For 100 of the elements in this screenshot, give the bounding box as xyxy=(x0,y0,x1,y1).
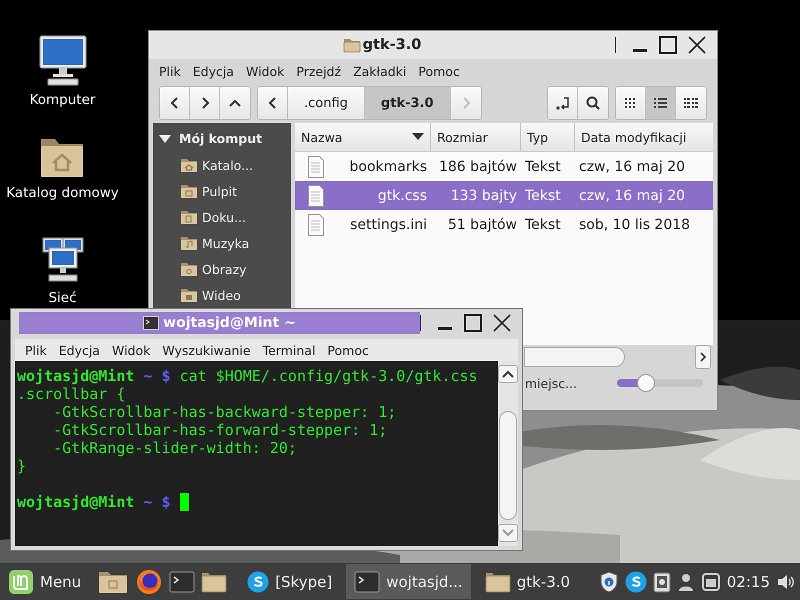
sidebar-item[interactable]: Muzyka xyxy=(202,236,250,250)
browser-icon[interactable] xyxy=(135,568,164,596)
up-button[interactable] xyxy=(220,87,250,119)
column-header[interactable]: Typ xyxy=(521,123,575,151)
window-title: gtk-3.0 xyxy=(362,37,422,53)
sidebar-item[interactable]: Doku... xyxy=(202,210,246,224)
scrollbar-thumb[interactable] xyxy=(524,347,625,367)
path-button[interactable]: .config xyxy=(288,87,365,119)
menu-item[interactable]: Zakładki xyxy=(347,64,412,78)
terminal-line: .scrollbar { xyxy=(17,385,126,403)
terminal-line: wojtasjd@Mint ~ $ xyxy=(17,493,496,511)
search-icon[interactable] xyxy=(585,95,601,111)
open-terminal-button[interactable] xyxy=(548,87,578,119)
file-type: Tekst xyxy=(524,158,562,174)
view-button[interactable] xyxy=(676,87,706,119)
expander-icon[interactable] xyxy=(159,134,171,144)
file-date: czw, 16 maj 20 xyxy=(578,158,686,174)
menu-item[interactable]: Widok xyxy=(106,342,156,358)
menu-item[interactable]: Plik xyxy=(19,342,53,358)
taskbar-button[interactable]: [Skype] xyxy=(239,564,340,599)
menu-logo-icon[interactable] xyxy=(8,568,34,594)
folder-icon[interactable] xyxy=(180,235,198,251)
maximize-icon[interactable] xyxy=(463,313,483,333)
chat-app-icon[interactable] xyxy=(247,570,270,592)
menu-button[interactable]: Menu xyxy=(4,564,86,598)
folder-icon[interactable] xyxy=(201,570,228,592)
file-size: 133 bajty xyxy=(450,188,518,204)
document-icon xyxy=(307,212,325,236)
menu-item[interactable]: Edycja xyxy=(52,342,106,358)
menu-item[interactable]: Wyszukiwanie xyxy=(156,342,257,358)
network-icon[interactable] xyxy=(40,236,84,284)
column-header[interactable]: Data modyfikacji xyxy=(575,123,713,151)
user-icon[interactable] xyxy=(676,572,695,592)
close-icon[interactable] xyxy=(687,35,707,55)
chat-app-icon[interactable] xyxy=(624,570,647,592)
menu-item[interactable]: Plik xyxy=(153,64,187,78)
sort-arrow-icon[interactable] xyxy=(412,133,424,141)
taskbar-button[interactable]: gtk-3.0 xyxy=(476,564,578,599)
file-date: czw, 16 maj 20 xyxy=(578,188,686,204)
sidebar-item[interactable]: Pulpit xyxy=(202,184,238,198)
folder-icon[interactable] xyxy=(180,261,198,277)
clock[interactable]: 02:15 xyxy=(726,572,770,590)
file-row[interactable]: gtk.css 133 bajty Tekst czw, 16 maj 20 xyxy=(295,181,713,210)
terminal-line: } xyxy=(17,457,28,475)
sidebar-heading[interactable]: Mój komput xyxy=(179,131,262,146)
file-row[interactable]: bookmarks 186 bajtów Tekst czw, 16 maj 20 xyxy=(295,152,713,181)
document-icon xyxy=(307,154,325,178)
folder-icon[interactable] xyxy=(180,157,198,173)
folder-icon[interactable] xyxy=(484,570,511,592)
zoom-slider[interactable] xyxy=(617,374,703,392)
status-text: miejsc... xyxy=(524,376,577,390)
maximize-icon[interactable] xyxy=(658,35,678,55)
terminal-line: -GtkScrollbar-has-backward-stepper: 1; xyxy=(52,403,398,421)
search-button[interactable] xyxy=(578,87,608,119)
path-back-button[interactable] xyxy=(258,87,288,119)
menu-item[interactable]: Pomoc xyxy=(321,342,375,358)
terminal-icon xyxy=(143,316,160,330)
terminal-line: wojtasjd@Mint ~ $ cat $HOME/.config/gtk-3.0/gtk.css xyxy=(17,367,479,385)
menu-item[interactable]: Pomoc xyxy=(412,64,466,78)
return-arrow-icon[interactable] xyxy=(554,95,570,111)
path-button[interactable]: gtk-3.0 xyxy=(364,87,451,119)
scrollbar-thumb[interactable] xyxy=(499,411,517,520)
terminal-line: -GtkRange-slider-width: 20; xyxy=(52,439,298,457)
forward-button[interactable] xyxy=(190,87,220,119)
terminal-icon[interactable] xyxy=(169,570,196,592)
taskbar-button[interactable]: wojtasjd... xyxy=(346,564,471,599)
back-button[interactable] xyxy=(160,87,190,119)
desktop-icon-label[interactable]: Komputer xyxy=(30,92,96,108)
chevron-right-icon[interactable] xyxy=(699,352,707,362)
window-icon[interactable] xyxy=(700,572,721,592)
terminal-icon[interactable] xyxy=(354,570,380,592)
menu-item[interactable]: Terminal xyxy=(256,342,322,358)
sidebar-item[interactable]: Wideo xyxy=(202,288,241,302)
column-header[interactable]: Rozmiar xyxy=(431,123,521,151)
close-icon[interactable] xyxy=(492,313,512,333)
menu-item[interactable]: Przejdź xyxy=(290,64,348,78)
desktop-icon-label[interactable]: Katalog domowy xyxy=(6,185,119,201)
clipboard-icon[interactable] xyxy=(652,570,671,592)
menu-item[interactable]: Widok xyxy=(240,64,290,78)
terminal-line: -GtkScrollbar-has-forward-stepper: 1; xyxy=(52,421,388,439)
file-name: gtk.css xyxy=(378,188,427,204)
column-header[interactable]: Nazwa xyxy=(295,123,431,151)
folder-icon[interactable] xyxy=(180,183,198,199)
file-name: settings.ini xyxy=(350,216,427,232)
folder-icon[interactable] xyxy=(180,287,198,303)
monitor-icon[interactable] xyxy=(38,34,88,86)
list-icon[interactable] xyxy=(683,96,699,110)
sidebar-item[interactable]: Obrazy xyxy=(202,262,247,276)
view-button[interactable] xyxy=(616,87,646,119)
window-title: wojtasjd@Mint ~ xyxy=(163,315,296,331)
shield-icon[interactable] xyxy=(598,570,619,592)
scroll-right-button[interactable] xyxy=(695,345,711,369)
folder-icon[interactable] xyxy=(180,209,198,225)
desktop-icon-label[interactable]: Sieć xyxy=(48,290,77,306)
file-size: 186 bajtów xyxy=(438,158,518,174)
menu-item[interactable]: Edycja xyxy=(186,64,240,78)
sidebar-item[interactable]: Katalo... xyxy=(202,158,254,172)
file-row[interactable]: settings.ini 51 bajtów Tekst sob, 10 lis 2018 xyxy=(295,210,713,239)
list-icon[interactable] xyxy=(652,96,668,110)
view-button[interactable] xyxy=(646,87,676,119)
